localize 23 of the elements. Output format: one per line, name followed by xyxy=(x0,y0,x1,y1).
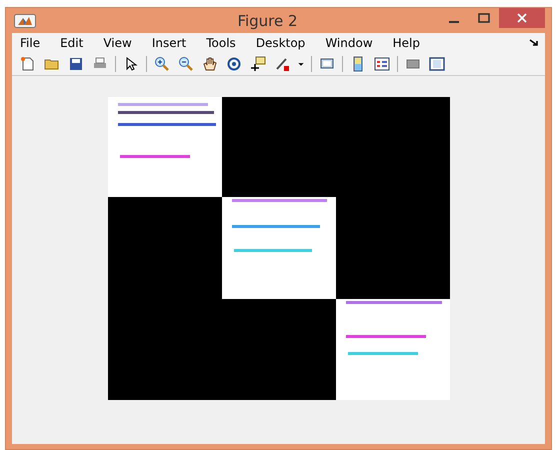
new-file-icon[interactable] xyxy=(20,56,36,72)
close-icon xyxy=(517,13,527,23)
menu-item[interactable]: File xyxy=(20,36,40,50)
zoom-out-icon[interactable] xyxy=(178,56,194,72)
app-icon xyxy=(14,14,36,28)
menu-item[interactable]: Edit xyxy=(60,36,84,50)
menu-item[interactable]: Insert xyxy=(152,36,186,50)
brush-icon[interactable] xyxy=(274,56,290,72)
close-button[interactable] xyxy=(499,8,545,28)
maximize-icon xyxy=(478,13,490,23)
dock-arrow-icon[interactable] xyxy=(529,39,539,47)
data-cursor-icon[interactable] xyxy=(250,56,266,72)
menu-item[interactable]: View xyxy=(103,36,132,50)
menu-item[interactable]: Desktop xyxy=(256,36,306,50)
window-title: Figure 2 xyxy=(236,12,299,30)
menu-item[interactable]: Help xyxy=(392,36,420,50)
minimize-icon xyxy=(449,20,459,22)
legend-icon[interactable] xyxy=(374,56,390,72)
hand-icon[interactable] xyxy=(202,56,218,72)
save-icon[interactable] xyxy=(68,56,84,72)
menu-item[interactable]: Tools xyxy=(206,36,236,50)
menu-item[interactable]: Window xyxy=(325,36,373,50)
zoom-in-icon[interactable] xyxy=(154,56,170,72)
